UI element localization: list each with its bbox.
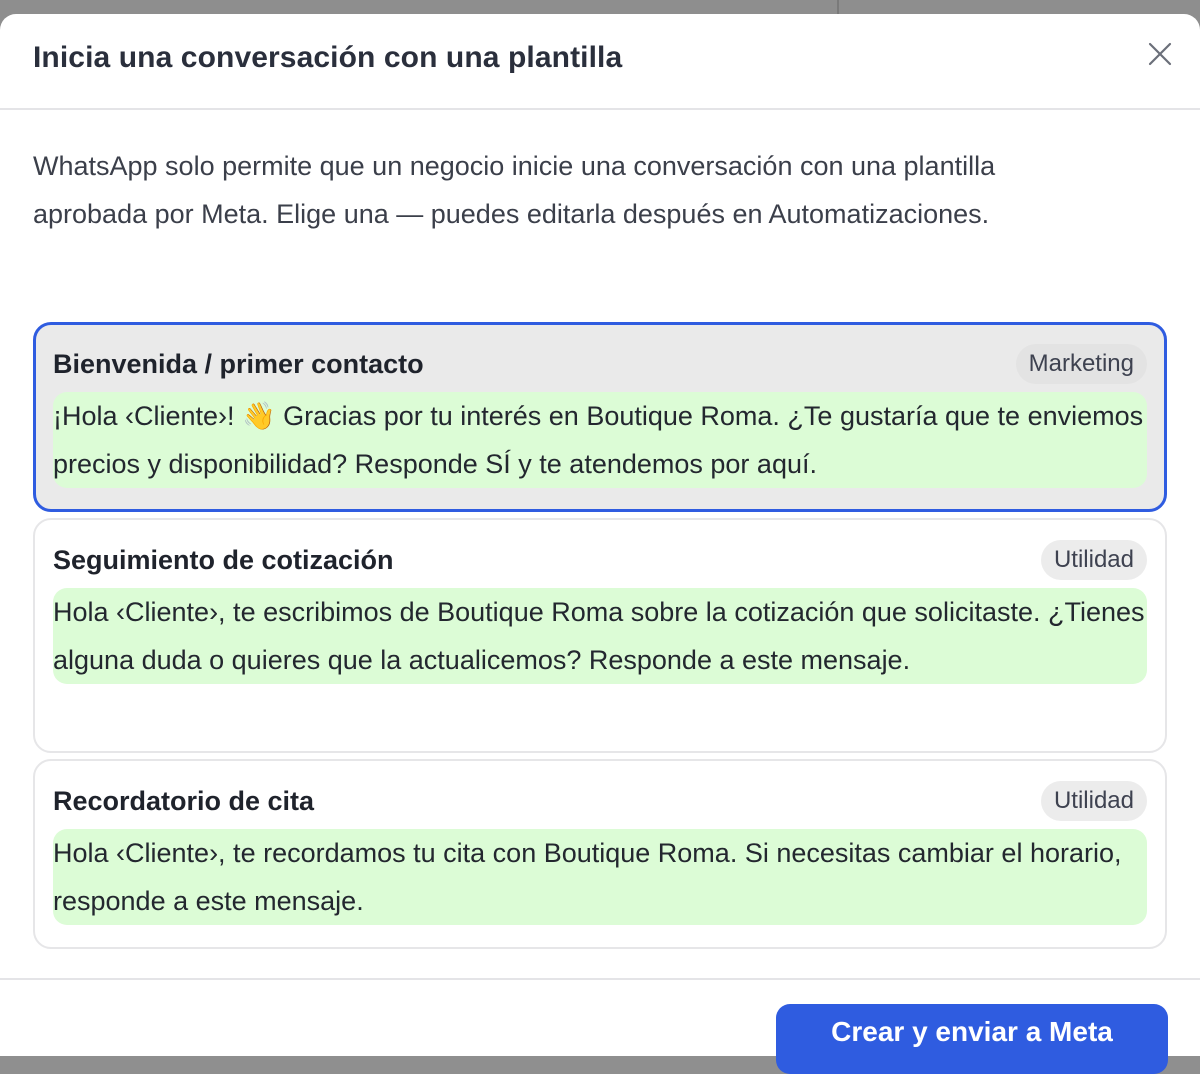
template-card-seguimiento[interactable]: Seguimiento de cotización Utilidad Hola … [33, 518, 1167, 753]
footer-divider [0, 978, 1200, 980]
modal-description: WhatsApp solo permite que un negocio ini… [33, 151, 996, 229]
template-preview-bubble: ¡Hola ‹Cliente›! 👋 Gracias por tu interé… [53, 392, 1147, 488]
close-button[interactable] [1144, 38, 1176, 70]
category-badge: Utilidad [1040, 540, 1147, 580]
modal-header: Inicia una conversación con una plantill… [0, 14, 1200, 110]
template-card-header: Bienvenida / primer contacto Marketing [53, 342, 1147, 386]
template-name: Recordatorio de cita [53, 785, 315, 816]
category-badge: Utilidad [1040, 781, 1147, 821]
template-preview-bubble: Hola ‹Cliente›, te recordamos tu cita co… [53, 829, 1147, 925]
template-card-header: Seguimiento de cotización Utilidad [53, 538, 1147, 582]
category-badge: Marketing [1015, 344, 1147, 384]
template-card-recordatorio[interactable]: Recordatorio de cita Utilidad Hola ‹Clie… [33, 759, 1167, 949]
template-list: Bienvenida / primer contacto Marketing ¡… [33, 322, 1167, 955]
template-preview-bubble: Hola ‹Cliente›, te escribimos de Boutiqu… [53, 588, 1147, 684]
template-name: Seguimiento de cotización [53, 544, 394, 575]
template-card-bienvenida[interactable]: Bienvenida / primer contacto Marketing ¡… [33, 322, 1167, 512]
create-and-send-button[interactable]: Crear y enviar a Meta [776, 1004, 1168, 1074]
modal-title: Inicia una conversación con una plantill… [33, 41, 623, 74]
backdrop-divider [837, 0, 839, 14]
close-icon [1148, 42, 1172, 66]
template-card-header: Recordatorio de cita Utilidad [53, 779, 1147, 823]
template-name: Bienvenida / primer contacto [53, 348, 424, 379]
